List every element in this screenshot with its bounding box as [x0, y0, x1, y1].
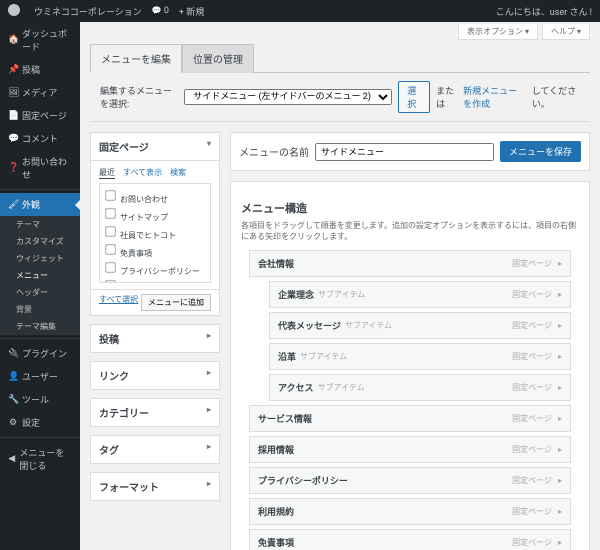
page-checkbox-item[interactable]: サイトマップ: [104, 206, 206, 224]
sidebar-sub-item[interactable]: カスタマイズ: [0, 233, 80, 250]
postbox-header[interactable]: 投稿: [91, 325, 219, 352]
postbox-header[interactable]: カテゴリー: [91, 399, 219, 426]
sidebar-item-11[interactable]: ◀メニューを閉じる: [0, 441, 80, 477]
pages-checklist: お問い合わせサイトマップ社員でヒトコト免責事項プライバシーポリシー利用規約採用情…: [99, 183, 211, 283]
sidebar-icon: 📄: [8, 111, 18, 121]
menu-item[interactable]: 採用情報固定ページ: [249, 436, 571, 463]
sidebar-item-9[interactable]: 🔧ツール: [0, 388, 80, 411]
pages-tab[interactable]: 最近: [99, 167, 115, 179]
admin-sidebar: 🏠ダッシュボード📌投稿🖼メディア📄固定ページ💬コメント❓お問い合わせ🖌外観テーマ…: [0, 22, 80, 550]
sidebar-icon: 📌: [8, 65, 18, 75]
sidebar-item-3[interactable]: 📄固定ページ: [0, 104, 80, 127]
menu-item[interactable]: サービス情報固定ページ: [249, 405, 571, 432]
menu-name-input[interactable]: [315, 143, 494, 161]
comments-icon[interactable]: 0: [152, 6, 169, 16]
help-toggle[interactable]: ヘルプ ▾: [542, 24, 590, 40]
content-area: 表示オプション ▾ ヘルプ ▾ メニューを編集 位置の管理 編集するメニューを選…: [80, 22, 600, 550]
menu-item[interactable]: 企業理念サブアイテム固定ページ: [269, 281, 571, 308]
tab-edit-menus[interactable]: メニューを編集: [90, 44, 182, 73]
sidebar-item-4[interactable]: 💬コメント: [0, 127, 80, 150]
select-menu-label: 編集するメニューを選択:: [100, 84, 178, 110]
screen-options-toggle[interactable]: 表示オプション ▾: [458, 24, 538, 40]
sidebar-sub-item[interactable]: ヘッダー: [0, 284, 80, 301]
sidebar-icon: 🔧: [8, 395, 18, 405]
menu-structure-title: メニュー構造: [241, 200, 579, 216]
wp-logo-icon[interactable]: [8, 4, 24, 19]
sidebar-icon: ❓: [8, 163, 18, 173]
menu-structure-desc: 各項目をドラッグして順番を変更します。追加の設定オプションを表示するには、項目の…: [241, 220, 579, 242]
page-checkbox-item[interactable]: 利用規約: [104, 278, 206, 283]
sidebar-item-6[interactable]: 🖌外観: [0, 193, 80, 216]
sidebar-icon: ◀: [8, 454, 15, 464]
menu-item[interactable]: 会社情報固定ページ: [249, 250, 571, 277]
postbox-header[interactable]: タグ: [91, 436, 219, 463]
sidebar-sub-item[interactable]: ウィジェット: [0, 250, 80, 267]
sidebar-item-1[interactable]: 📌投稿: [0, 58, 80, 81]
menu-select[interactable]: サイドメニュー (左サイドバーのメニュー 2): [184, 89, 392, 105]
create-new-menu-link[interactable]: 新規メニューを作成: [463, 84, 526, 110]
save-menu-button-top[interactable]: メニューを保存: [500, 141, 581, 162]
site-name[interactable]: ウミネココーポレーション: [34, 5, 142, 18]
menu-item[interactable]: 利用規約固定ページ: [249, 498, 571, 525]
sidebar-item-8[interactable]: 👤ユーザー: [0, 365, 80, 388]
sidebar-icon: 🏠: [8, 35, 18, 45]
page-checkbox-item[interactable]: 社員でヒトコト: [104, 224, 206, 242]
suffix-text: してください。: [532, 84, 580, 110]
sidebar-item-2[interactable]: 🖼メディア: [0, 81, 80, 104]
new-content-link[interactable]: + 新規: [179, 5, 204, 18]
sidebar-item-5[interactable]: ❓お問い合わせ: [0, 150, 80, 186]
sidebar-icon: 🖼: [8, 88, 18, 98]
menu-item[interactable]: プライバシーポリシー固定ページ: [249, 467, 571, 494]
menu-item[interactable]: 沿革サブアイテム固定ページ: [269, 343, 571, 370]
or-text: または: [436, 84, 457, 110]
sidebar-item-10[interactable]: ⚙設定: [0, 411, 80, 434]
page-checkbox-item[interactable]: 免責事項: [104, 242, 206, 260]
page-checkbox-item[interactable]: プライバシーポリシー: [104, 260, 206, 278]
sidebar-icon: ⚙: [8, 418, 18, 428]
sidebar-icon: 👤: [8, 372, 18, 382]
select-all-link[interactable]: すべて選択: [99, 294, 138, 311]
sidebar-sub-item[interactable]: テーマ: [0, 216, 80, 233]
add-to-menu-button[interactable]: メニューに追加: [141, 294, 211, 311]
pages-tab[interactable]: 検索: [170, 167, 186, 179]
greeting[interactable]: こんにちは、user さん !: [496, 5, 592, 18]
sidebar-sub-item[interactable]: 背景: [0, 301, 80, 318]
page-checkbox-item[interactable]: お問い合わせ: [104, 188, 206, 206]
sidebar-sub-item[interactable]: テーマ編集: [0, 318, 80, 335]
sidebar-icon: 🔌: [8, 349, 18, 359]
menu-item[interactable]: 免責事項固定ページ: [249, 529, 571, 550]
menu-item[interactable]: アクセスサブアイテム固定ページ: [269, 374, 571, 401]
select-menu-button[interactable]: 選択: [398, 81, 430, 113]
sidebar-sub-item[interactable]: メニュー: [0, 267, 80, 284]
sidebar-item-0[interactable]: 🏠ダッシュボード: [0, 22, 80, 58]
tab-manage-locations[interactable]: 位置の管理: [182, 44, 254, 73]
admin-toolbar: ウミネココーポレーション 0 + 新規 こんにちは、user さん !: [0, 0, 600, 22]
postbox-pages-header[interactable]: 固定ページ: [91, 133, 219, 160]
postbox-header[interactable]: リンク: [91, 362, 219, 389]
menu-name-label: メニューの名前: [239, 144, 309, 159]
sidebar-icon: 💬: [8, 134, 18, 144]
postbox-pages: 固定ページ 最近すべて表示検索 お問い合わせサイトマップ社員でヒトコト免責事項プ…: [90, 132, 220, 316]
pages-tab[interactable]: すべて表示: [123, 167, 162, 179]
sidebar-item-7[interactable]: 🔌プラグイン: [0, 342, 80, 365]
postbox-header[interactable]: フォーマット: [91, 473, 219, 500]
sidebar-icon: 🖌: [8, 200, 18, 210]
menu-item[interactable]: 代表メッセージサブアイテム固定ページ: [269, 312, 571, 339]
